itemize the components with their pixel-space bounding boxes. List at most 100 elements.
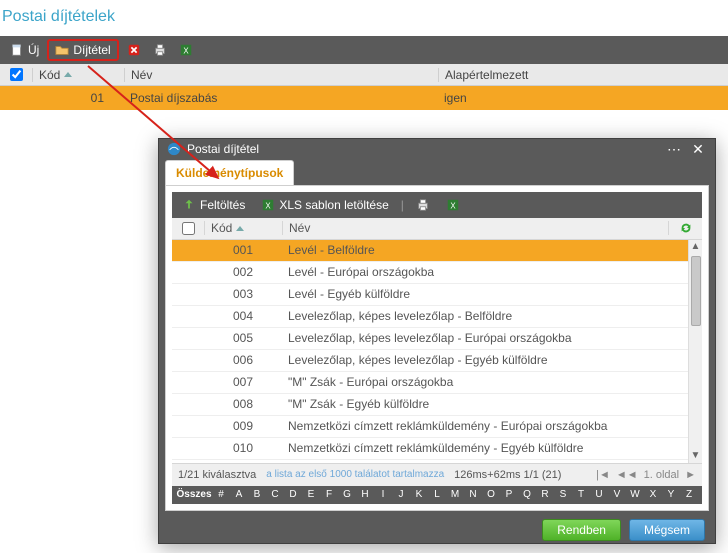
table-row[interactable]: 010Nemzetközi címzett reklámküldemény - … (172, 438, 688, 460)
alpha-z[interactable]: Z (680, 489, 698, 500)
modal-col-kod[interactable]: Kód (204, 221, 282, 235)
alpha-a[interactable]: A (230, 489, 248, 500)
alpha-m[interactable]: M (446, 489, 464, 500)
table-row[interactable]: 001Levél - Belföldre (172, 240, 688, 262)
alpha-i[interactable]: I (374, 489, 392, 500)
alpha-s[interactable]: S (554, 489, 572, 500)
pager-first-icon[interactable]: |◄ (596, 469, 610, 481)
alpha-f[interactable]: F (320, 489, 338, 500)
alpha-o[interactable]: O (482, 489, 500, 500)
timing-info: 126ms+62ms 1/1 (21) (454, 469, 561, 481)
sort-asc-icon (236, 226, 244, 231)
cell-kod: 004 (204, 309, 282, 323)
tariff-button[interactable]: Díjtétel (47, 39, 118, 61)
close-button[interactable]: ✕ (689, 140, 707, 158)
pager: |◄ ◄◄ 1. oldal ► (596, 469, 696, 481)
table-row[interactable]: 006Levelezőlap, képes levelezőlap - Egyé… (172, 350, 688, 372)
cell-nev: Levél - Egyéb külföldre (282, 287, 688, 301)
ok-button[interactable]: Rendben (542, 519, 621, 541)
separator: | (401, 198, 404, 212)
select-all-checkbox[interactable] (10, 68, 23, 81)
dots-button[interactable]: ⋯ (665, 140, 683, 158)
alpha-q[interactable]: Q (518, 489, 536, 500)
excel-button[interactable]: X (175, 41, 197, 59)
table-row[interactable]: 003Levél - Egyéb külföldre (172, 284, 688, 306)
main-grid-row[interactable]: 01 Postai díjszabás igen (0, 86, 728, 110)
alpha-v[interactable]: V (608, 489, 626, 500)
alpha-y[interactable]: Y (662, 489, 680, 500)
tab-shipment-types[interactable]: Küldeménytípusok (165, 160, 294, 185)
cell-kod: 006 (204, 353, 282, 367)
alpha-e[interactable]: E (302, 489, 320, 500)
delete-icon (127, 43, 141, 57)
excel-export-button[interactable]: X (442, 196, 464, 214)
print-button-modal[interactable] (412, 196, 434, 214)
cell-kod: 005 (204, 331, 282, 345)
modal-select-all[interactable] (182, 222, 195, 235)
table-row[interactable]: 005Levelezőlap, képes levelezőlap - Euró… (172, 328, 688, 350)
new-button[interactable]: Új (6, 41, 43, 59)
pager-page-label: 1. oldal (644, 469, 679, 481)
modal-grid-body: 001Levél - Belföldre002Levél - Európai o… (172, 240, 702, 464)
modal-title-text: Postai díjtétel (187, 142, 259, 156)
table-row[interactable]: 007"M" Zsák - Európai országokba (172, 372, 688, 394)
folder-icon (55, 43, 69, 57)
table-row[interactable]: 009Nemzetközi címzett reklámküldemény - … (172, 416, 688, 438)
modal-grid-header: Kód Név (172, 218, 702, 240)
svg-text:X: X (266, 201, 272, 210)
upload-button[interactable]: Feltöltés (178, 196, 249, 214)
alpha-j[interactable]: J (392, 489, 410, 500)
alpha-all[interactable]: Összes (176, 489, 212, 500)
modal-grid-footer: 1/21 kiválasztva a lista az első 1000 ta… (172, 464, 702, 486)
print-button[interactable] (149, 41, 171, 59)
cell-nev: Nemzetközi címzett reklámküldemény - Eur… (282, 419, 688, 433)
alpha-g[interactable]: G (338, 489, 356, 500)
cell-nev: "M" Zsák - Egyéb külföldre (282, 397, 688, 411)
app-icon (167, 142, 181, 156)
alpha-l[interactable]: L (428, 489, 446, 500)
pager-prev-icon[interactable]: ◄◄ (616, 469, 638, 481)
cancel-button[interactable]: Mégsem (629, 519, 705, 541)
xls-template-button[interactable]: X XLS sablon letöltése (257, 196, 392, 214)
alpha-d[interactable]: D (284, 489, 302, 500)
alpha-u[interactable]: U (590, 489, 608, 500)
main-toolbar: Új Díjtétel X (0, 36, 728, 64)
col-header-alap[interactable]: Alapértelmezett (438, 68, 728, 82)
scroll-down-icon[interactable]: ▼ (690, 449, 702, 463)
alpha-n[interactable]: N (464, 489, 482, 500)
col-header-nev[interactable]: Név (124, 68, 438, 82)
printer-icon (153, 43, 167, 57)
modal-body: Feltöltés X XLS sablon letöltése | X Kód… (165, 185, 709, 511)
modal-tabs: Küldeménytípusok (159, 160, 715, 185)
table-row[interactable]: 008"M" Zsák - Egyéb külföldre (172, 394, 688, 416)
table-row[interactable]: 004Levelezőlap, képes levelezőlap - Belf… (172, 306, 688, 328)
modal-col-nev[interactable]: Név (282, 221, 668, 235)
table-row[interactable]: 002Levél - Európai országokba (172, 262, 688, 284)
alpha-w[interactable]: W (626, 489, 644, 500)
vertical-scrollbar[interactable]: ▲ ▼ (688, 240, 702, 463)
alpha-c[interactable]: C (266, 489, 284, 500)
refresh-button[interactable] (668, 221, 702, 235)
alpha-h[interactable]: H (356, 489, 374, 500)
alpha-#[interactable]: # (212, 489, 230, 500)
cell-nev: Levelezőlap, képes levelezőlap - Belföld… (282, 309, 688, 323)
tariff-label: Díjtétel (73, 43, 110, 57)
alpha-b[interactable]: B (248, 489, 266, 500)
svg-text:X: X (450, 201, 456, 210)
col-header-kod[interactable]: Kód (32, 68, 124, 82)
delete-button[interactable] (123, 41, 145, 59)
alpha-t[interactable]: T (572, 489, 590, 500)
xls-label: XLS sablon letöltése (279, 198, 388, 212)
alpha-k[interactable]: K (410, 489, 428, 500)
cell-nev: "M" Zsák - Európai országokba (282, 375, 688, 389)
cell-kod: 007 (204, 375, 282, 389)
scroll-thumb[interactable] (691, 256, 701, 326)
alpha-r[interactable]: R (536, 489, 554, 500)
alpha-x[interactable]: X (644, 489, 662, 500)
pager-next-icon[interactable]: ► (685, 469, 696, 481)
cell-alap: igen (438, 91, 728, 105)
scroll-up-icon[interactable]: ▲ (690, 240, 702, 254)
alpha-p[interactable]: P (500, 489, 518, 500)
main-grid-header: Kód Név Alapértelmezett (0, 64, 728, 86)
page-title: Postai díjtételek (0, 0, 728, 36)
